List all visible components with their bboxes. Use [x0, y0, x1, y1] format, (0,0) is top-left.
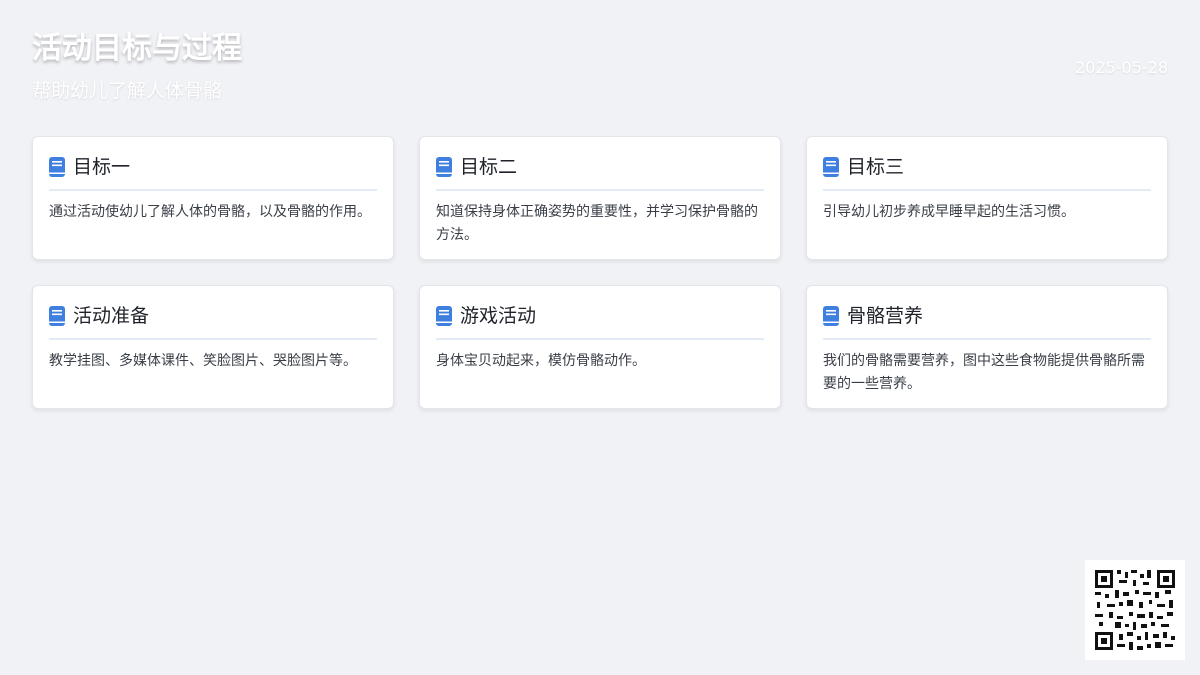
card-title: 目标三	[847, 156, 905, 178]
card-goal-2: 目标二 知道保持身体正确姿势的重要性，并学习保护骨骼的方法。	[419, 136, 781, 260]
card-preparation: 活动准备 教学挂图、多媒体课件、笑脸图片、哭脸图片等。	[32, 285, 394, 409]
slide-header: 活动目标与过程 帮助幼儿了解人体骨骼 2025-05-28	[32, 30, 1168, 110]
card-goal-3: 目标三 引导幼儿初步养成早睡早起的生活习惯。	[806, 136, 1168, 260]
book-icon	[436, 306, 452, 326]
qr-code-icon	[1085, 560, 1185, 660]
card-grid: 目标一 通过活动使幼儿了解人体的骨骼，以及骨骼的作用。 目标二 知道保持身体正确…	[32, 136, 1168, 409]
card-header: 目标三	[823, 155, 1151, 191]
book-icon	[823, 306, 839, 326]
card-title: 活动准备	[73, 305, 150, 327]
card-header: 目标一	[49, 155, 377, 191]
card-title: 游戏活动	[460, 305, 537, 327]
qr-code	[1085, 560, 1185, 660]
card-text: 通过活动使幼儿了解人体的骨骼，以及骨骼的作用。	[49, 204, 371, 220]
page-subtitle: 帮助幼儿了解人体骨骼	[32, 80, 223, 102]
card-title: 目标一	[73, 156, 131, 178]
card-title: 目标二	[460, 156, 518, 178]
card-header: 活动准备	[49, 304, 377, 340]
page-title: 活动目标与过程	[32, 31, 242, 66]
card-header: 目标二	[436, 155, 764, 191]
card-bone-nutrition: 骨骼营养 我们的骨骼需要营养，图中这些食物能提供骨骼所需要的一些营养。	[806, 285, 1168, 409]
card-text: 引导幼儿初步养成早睡早起的生活习惯。	[823, 204, 1075, 220]
card-text: 身体宝贝动起来，模仿骨骼动作。	[436, 353, 646, 369]
card-game-activity: 游戏活动 身体宝贝动起来，模仿骨骼动作。	[419, 285, 781, 409]
date-label: 2025-05-28	[1075, 58, 1168, 77]
book-icon	[436, 157, 452, 177]
card-text: 我们的骨骼需要营养，图中这些食物能提供骨骼所需要的一些营养。	[823, 353, 1145, 392]
book-icon	[49, 157, 65, 177]
card-text: 教学挂图、多媒体课件、笑脸图片、哭脸图片等。	[49, 353, 357, 369]
book-icon	[823, 157, 839, 177]
card-text: 知道保持身体正确姿势的重要性，并学习保护骨骼的方法。	[436, 204, 758, 243]
card-header: 骨骼营养	[823, 304, 1151, 340]
card-header: 游戏活动	[436, 304, 764, 340]
card-goal-1: 目标一 通过活动使幼儿了解人体的骨骼，以及骨骼的作用。	[32, 136, 394, 260]
card-title: 骨骼营养	[847, 305, 924, 327]
book-icon	[49, 306, 65, 326]
